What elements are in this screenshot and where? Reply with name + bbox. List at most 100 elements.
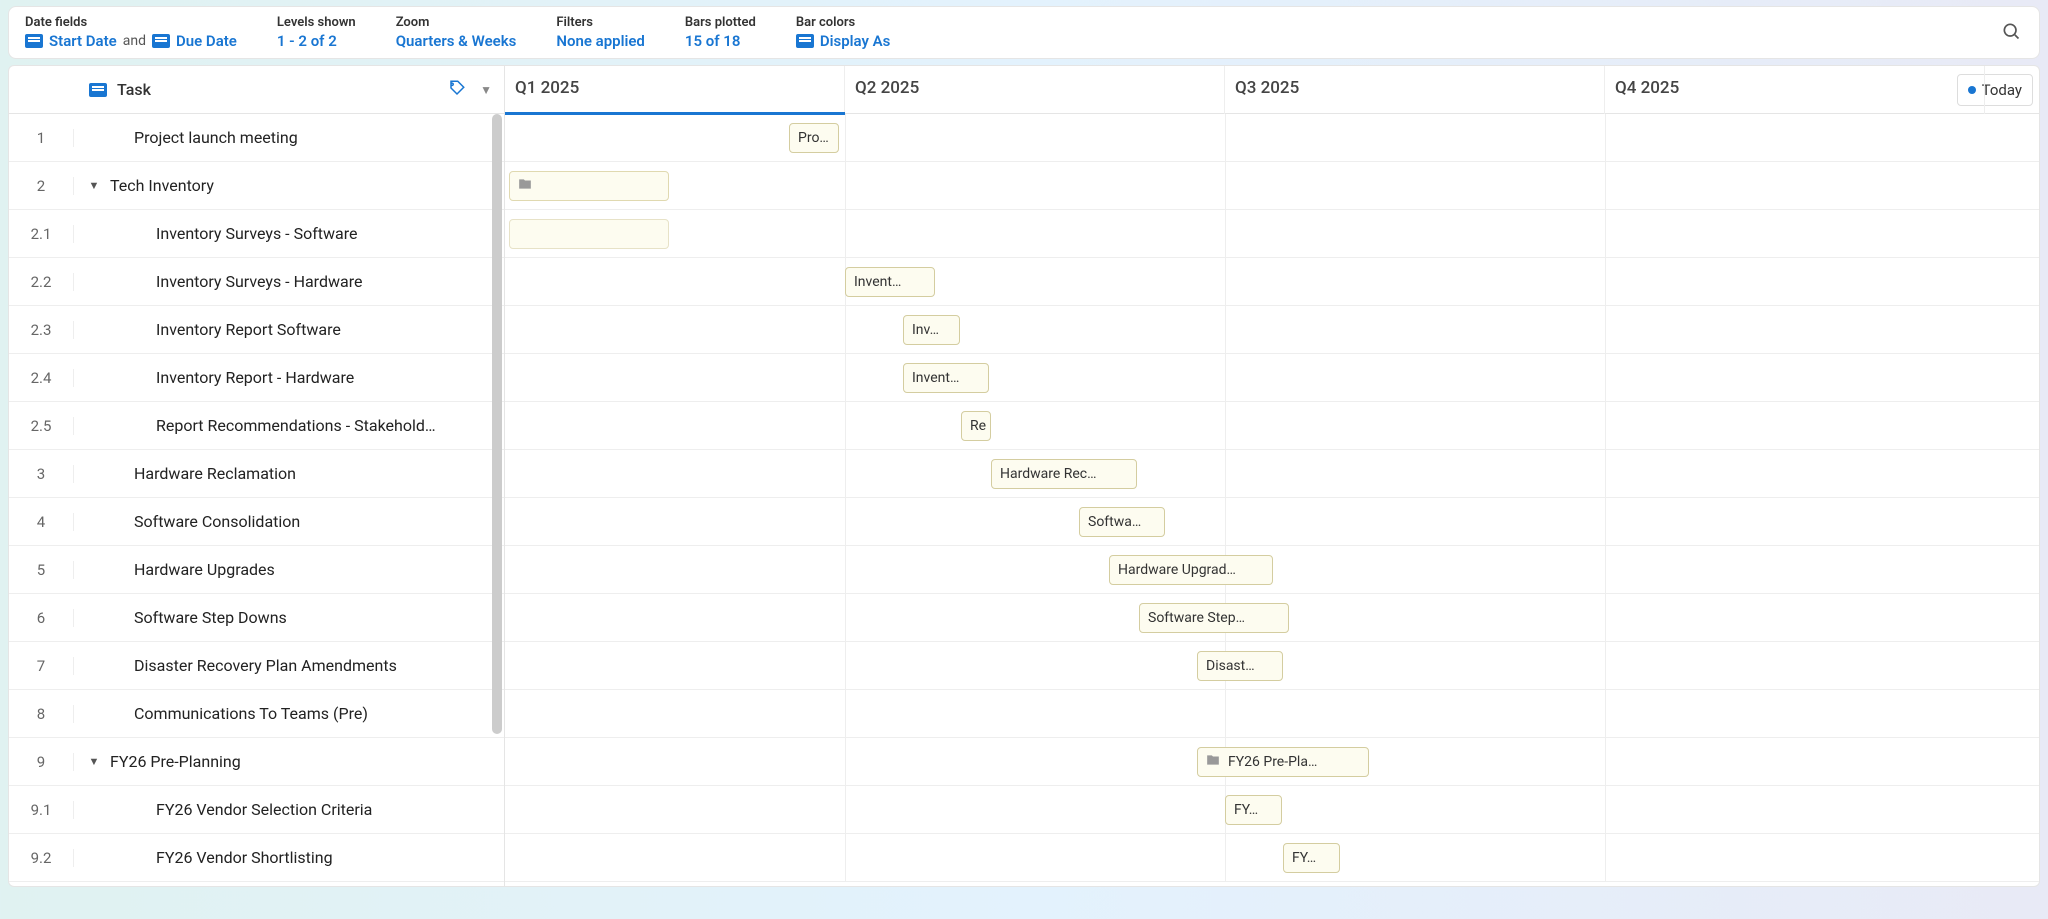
- grid-line: [845, 594, 846, 641]
- gantt-bar[interactable]: Softwa…: [1079, 507, 1165, 537]
- grid-line: [1605, 258, 1606, 305]
- gantt-bar[interactable]: Invent…: [845, 267, 935, 297]
- gantt-bar-label: FY…: [1292, 850, 1316, 866]
- gantt-bar[interactable]: [509, 219, 669, 249]
- quarter-header: Q1 2025: [505, 66, 845, 114]
- task-name: Tech Inventory: [106, 176, 214, 195]
- task-name: Report Recommendations - Stakehold…: [128, 416, 436, 435]
- task-row[interactable]: 3▼Hardware Reclamation: [9, 450, 504, 498]
- row-number: 9.1: [9, 801, 74, 819]
- gantt-bar[interactable]: Hardware Upgrad…: [1109, 555, 1273, 585]
- task-name: Inventory Report Software: [128, 320, 341, 339]
- grid-line: [845, 450, 846, 497]
- task-cell: ▼Tech Inventory: [74, 176, 504, 195]
- date-join: and: [123, 33, 146, 49]
- levels-group[interactable]: Levels shown 1 - 2 of 2: [277, 15, 356, 50]
- gantt-toolbar: Date fields Start Date and Due Date Leve…: [8, 6, 2040, 59]
- gantt-bar[interactable]: Software Step…: [1139, 603, 1289, 633]
- date-fields-label: Date fields: [25, 15, 237, 30]
- gantt-bar-label: Hardware Rec…: [1000, 466, 1097, 482]
- tag-icon[interactable]: [448, 79, 466, 101]
- gantt-row: [505, 210, 2039, 258]
- grid-line: [845, 546, 846, 593]
- task-name: Inventory Report - Hardware: [128, 368, 354, 387]
- gantt-bar-label: Pro…: [798, 130, 829, 146]
- filters-group[interactable]: Filters None applied: [556, 15, 645, 50]
- zoom-value[interactable]: Quarters & Weeks: [396, 32, 517, 50]
- field-icon: [152, 34, 170, 48]
- task-row[interactable]: 7▼Disaster Recovery Plan Amendments: [9, 642, 504, 690]
- gantt-bar[interactable]: FY…: [1283, 843, 1340, 873]
- folder-icon: [518, 177, 532, 195]
- task-row[interactable]: 1▼Project launch meeting: [9, 114, 504, 162]
- task-row[interactable]: 9.1▼FY26 Vendor Selection Criteria: [9, 786, 504, 834]
- task-row[interactable]: 9▼FY26 Pre-Planning: [9, 738, 504, 786]
- bar-colors-label: Bar colors: [796, 15, 891, 30]
- task-cell: ▼Inventory Surveys - Hardware: [74, 272, 504, 291]
- filters-value[interactable]: None applied: [556, 32, 645, 50]
- task-row[interactable]: 4▼Software Consolidation: [9, 498, 504, 546]
- task-name: FY26 Vendor Selection Criteria: [128, 800, 372, 819]
- row-expander[interactable]: ▼: [82, 179, 106, 192]
- grid-line: [845, 114, 846, 161]
- bar-colors-value[interactable]: Display As: [820, 32, 891, 50]
- row-number: 1: [9, 129, 74, 147]
- gantt-bar[interactable]: Pro…: [789, 123, 839, 153]
- task-cell: ▼Communications To Teams (Pre): [74, 704, 504, 723]
- grid-line: [1225, 450, 1226, 497]
- task-icon: [89, 83, 107, 97]
- task-cell: ▼Project launch meeting: [74, 128, 504, 147]
- grid-line: [1225, 354, 1226, 401]
- gantt-row: Software Step…: [505, 594, 2039, 642]
- grid-line: [1225, 690, 1226, 737]
- task-row[interactable]: 2.5▼Report Recommendations - Stakehold…: [9, 402, 504, 450]
- task-row[interactable]: 2.1▼Inventory Surveys - Software: [9, 210, 504, 258]
- row-expander[interactable]: ▼: [82, 755, 106, 768]
- grid-line: [1605, 642, 1606, 689]
- grid-line: [845, 306, 846, 353]
- gantt-row: Disast…: [505, 642, 2039, 690]
- gantt-bar[interactable]: Hardware Rec…: [991, 459, 1137, 489]
- due-date-field[interactable]: Due Date: [176, 32, 237, 50]
- chevron-down-icon[interactable]: ▼: [480, 83, 492, 97]
- gantt-bar[interactable]: [509, 171, 669, 201]
- task-row[interactable]: 2.4▼Inventory Report - Hardware: [9, 354, 504, 402]
- gantt-bar-label: Invent…: [912, 370, 959, 386]
- gantt-bar[interactable]: Invent…: [903, 363, 989, 393]
- gantt-row: Hardware Upgrad…: [505, 546, 2039, 594]
- gantt-bar-label: Softwa…: [1088, 514, 1141, 530]
- gantt-bar[interactable]: Inv…: [903, 315, 960, 345]
- task-cell: ▼Inventory Report Software: [74, 320, 504, 339]
- date-fields-group[interactable]: Date fields Start Date and Due Date: [25, 15, 237, 50]
- grid-line: [1605, 786, 1606, 833]
- task-name: Software Step Downs: [106, 608, 287, 627]
- row-number: 3: [9, 465, 74, 483]
- scrollbar-thumb[interactable]: [492, 114, 502, 734]
- search-icon[interactable]: [2001, 21, 2021, 45]
- task-row[interactable]: 8▼Communications To Teams (Pre): [9, 690, 504, 738]
- task-row[interactable]: 2.3▼Inventory Report Software: [9, 306, 504, 354]
- task-row[interactable]: 2▼Tech Inventory: [9, 162, 504, 210]
- bars-value[interactable]: 15 of 18: [685, 32, 756, 50]
- grid-line: [1605, 114, 1606, 161]
- bars-group[interactable]: Bars plotted 15 of 18: [685, 15, 756, 50]
- task-cell: ▼Software Consolidation: [74, 512, 504, 531]
- grid-line: [845, 402, 846, 449]
- task-cell: ▼Inventory Report - Hardware: [74, 368, 504, 387]
- task-row[interactable]: 6▼Software Step Downs: [9, 594, 504, 642]
- grid-line: [1605, 546, 1606, 593]
- gantt-row: Invent…: [505, 258, 2039, 306]
- bar-colors-group[interactable]: Bar colors Display As: [796, 15, 891, 50]
- start-date-field[interactable]: Start Date: [49, 32, 117, 50]
- task-row[interactable]: 9.2▼FY26 Vendor Shortlisting: [9, 834, 504, 882]
- gantt-bar[interactable]: Disast…: [1197, 651, 1283, 681]
- gantt-bar[interactable]: Re: [961, 411, 991, 441]
- levels-value[interactable]: 1 - 2 of 2: [277, 32, 356, 50]
- gantt-bar[interactable]: FY26 Pre-Pla…: [1197, 747, 1369, 777]
- gantt-row: FY…: [505, 834, 2039, 882]
- task-row[interactable]: 5▼Hardware Upgrades: [9, 546, 504, 594]
- gantt-bar[interactable]: FY…: [1225, 795, 1282, 825]
- grid-line: [1225, 306, 1226, 353]
- zoom-group[interactable]: Zoom Quarters & Weeks: [396, 15, 517, 50]
- task-row[interactable]: 2.2▼Inventory Surveys - Hardware: [9, 258, 504, 306]
